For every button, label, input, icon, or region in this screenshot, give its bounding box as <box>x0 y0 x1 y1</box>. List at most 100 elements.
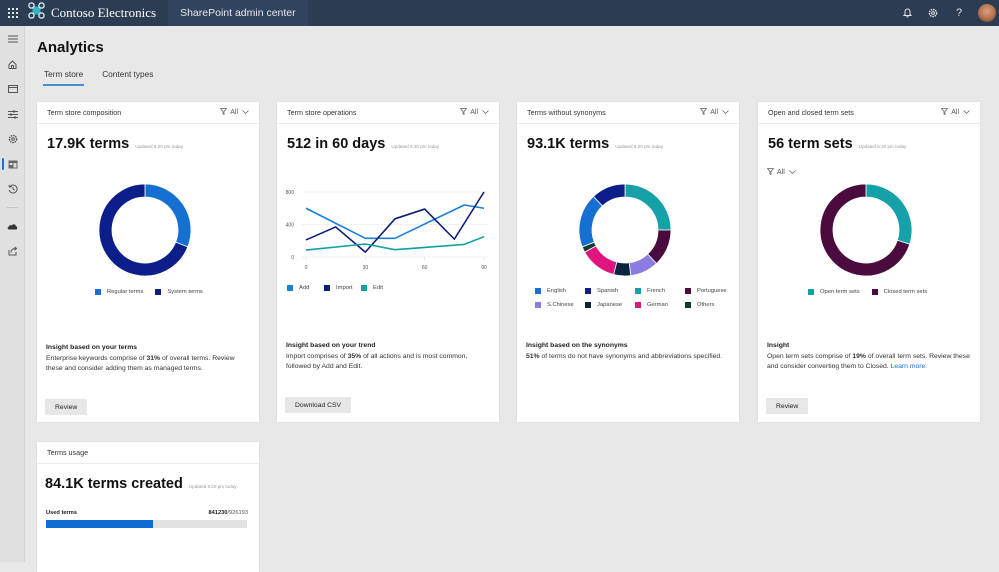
legend-item-others[interactable]: Others <box>685 302 735 308</box>
filter-dropdown[interactable]: All <box>940 108 970 117</box>
home-icon[interactable] <box>0 56 25 72</box>
legend-label: Edit <box>373 285 383 291</box>
legend-item-portuguese[interactable]: Portuguese <box>685 288 735 294</box>
updated-timestamp: Updated 6:20 pm today <box>135 144 183 149</box>
legend-item-open-term-sets[interactable]: Open term sets <box>808 289 860 295</box>
review-button[interactable]: Review <box>766 398 809 414</box>
donut-svg <box>578 183 672 277</box>
avatar[interactable] <box>978 4 996 22</box>
filter-icon <box>459 108 468 117</box>
migration-icon[interactable] <box>0 181 25 197</box>
line-chart-svg: 0 400 800 0 30 60 90 <box>286 190 488 271</box>
card-title: Term store operations <box>287 108 357 117</box>
insight-text: Open term sets comprise of 19% of overal… <box>767 353 970 370</box>
slice-english[interactable] <box>578 195 603 248</box>
content-services-icon[interactable] <box>0 156 25 172</box>
x-tick-label: 90 <box>481 265 487 271</box>
legend-swatch <box>287 285 293 291</box>
legend-item-japanese[interactable]: Japanese <box>585 302 635 308</box>
legend-swatch <box>685 288 691 294</box>
slice-french[interactable] <box>624 183 672 231</box>
donut-svg <box>819 183 913 277</box>
legend-swatch <box>324 285 330 291</box>
metric-value: 93.1K terms <box>527 136 610 152</box>
brand-logo-icon <box>28 2 45 24</box>
metric-value: 17.9K terms <box>47 136 130 152</box>
insight-title: Insight based on the synonyms <box>526 342 628 349</box>
legend-item-s-chinese[interactable]: S.Chinese <box>535 302 585 308</box>
metric-value: 512 in 60 days <box>287 136 386 152</box>
policies-icon[interactable] <box>0 106 25 122</box>
legend-item-edit[interactable]: Edit <box>361 285 398 291</box>
chart-legend: Regular terms System terms <box>95 289 215 295</box>
legend-item-german[interactable]: German <box>635 302 685 308</box>
tab-content-types[interactable]: Content types <box>102 69 153 86</box>
chevron-down-icon <box>242 109 249 116</box>
operations-line-chart: 0 400 800 0 30 60 90 <box>277 182 499 278</box>
y-tick-label: 400 <box>286 223 295 229</box>
insight-title: Insight based on your terms <box>46 344 138 351</box>
tab-list: Term store Content types <box>42 69 172 86</box>
help-icon[interactable]: ? <box>946 0 972 26</box>
filter-value: All <box>470 109 478 116</box>
download-csv-button[interactable]: Download CSV <box>285 397 352 413</box>
legend-item-closed-term-sets[interactable]: Closed term sets <box>871 289 927 295</box>
legend-item-spanish[interactable]: Spanish <box>585 288 635 294</box>
chart-legend: Add Import Edit <box>287 285 398 291</box>
more-features-icon[interactable] <box>0 243 25 259</box>
app-name[interactable]: SharePoint admin center <box>168 0 308 26</box>
top-bar: Contoso Electronics SharePoint admin cen… <box>0 0 999 26</box>
brand-name: Contoso Electronics <box>51 5 157 20</box>
onedrive-icon[interactable] <box>0 218 25 234</box>
slice-open-term-sets[interactable] <box>865 183 913 245</box>
legend-item-add[interactable]: Add <box>287 285 324 291</box>
filter-dropdown[interactable]: All <box>459 108 489 117</box>
filter-icon <box>940 108 949 117</box>
term-sets-donut-chart <box>758 182 980 282</box>
notifications-icon[interactable] <box>894 0 920 26</box>
sub-filter-dropdown[interactable]: All <box>766 168 796 177</box>
used-terms-count: 841230/926193 <box>208 510 248 516</box>
composition-donut-chart <box>37 182 259 282</box>
legend-item-system-terms[interactable]: System terms <box>155 289 203 295</box>
filter-icon <box>219 108 228 117</box>
review-button[interactable]: Review <box>45 399 88 415</box>
donut-svg <box>98 183 192 277</box>
menu-icon[interactable] <box>0 31 25 47</box>
slice-german[interactable] <box>584 245 618 276</box>
app-launcher-icon[interactable] <box>0 0 26 26</box>
legend-swatch <box>871 289 878 295</box>
brand[interactable]: Contoso Electronics <box>26 0 169 26</box>
updated-timestamp: Updated 6:20 pm today <box>188 484 237 489</box>
settings-icon[interactable] <box>920 0 946 26</box>
legend-label: Spanish <box>597 288 618 294</box>
legend-swatch <box>155 289 162 295</box>
tab-term-store[interactable]: Term store <box>42 69 85 86</box>
filter-icon <box>699 108 708 117</box>
card-title: Term store composition <box>47 108 122 117</box>
usage-progress-fill <box>46 520 153 528</box>
chart-legend: English Spanish French Portuguese S.Chinese J… <box>535 288 735 308</box>
filter-dropdown[interactable]: All <box>699 108 729 117</box>
learn-more-link[interactable]: Learn more. <box>891 363 928 370</box>
updated-timestamp: Updated 6:20 pm today <box>858 144 907 149</box>
y-tick-label: 0 <box>291 255 294 261</box>
legend-swatch <box>585 288 591 294</box>
used-terms-label: Used terms <box>46 510 77 516</box>
filter-value: All <box>710 109 718 116</box>
legend-item-english[interactable]: English <box>535 288 585 294</box>
legend-item-french[interactable]: French <box>635 288 685 294</box>
legend-label: S.Chinese <box>547 302 574 308</box>
filter-dropdown[interactable]: All <box>219 108 249 117</box>
slice-regular-terms[interactable] <box>144 183 192 248</box>
term-store-composition-card: Term store composition All 17.9K terms U… <box>37 102 259 422</box>
chevron-down-icon <box>722 109 729 116</box>
synonyms-donut-chart <box>517 182 739 282</box>
y-tick-label: 800 <box>286 190 295 196</box>
sites-icon[interactable] <box>0 81 25 97</box>
legend-item-regular-terms[interactable]: Regular terms <box>95 289 143 295</box>
insight-text: 51% of terms do not have synonyms and ab… <box>526 353 723 360</box>
settings-icon[interactable] <box>0 131 25 147</box>
legend-swatch <box>535 302 541 308</box>
legend-item-import[interactable]: Import <box>324 285 361 291</box>
